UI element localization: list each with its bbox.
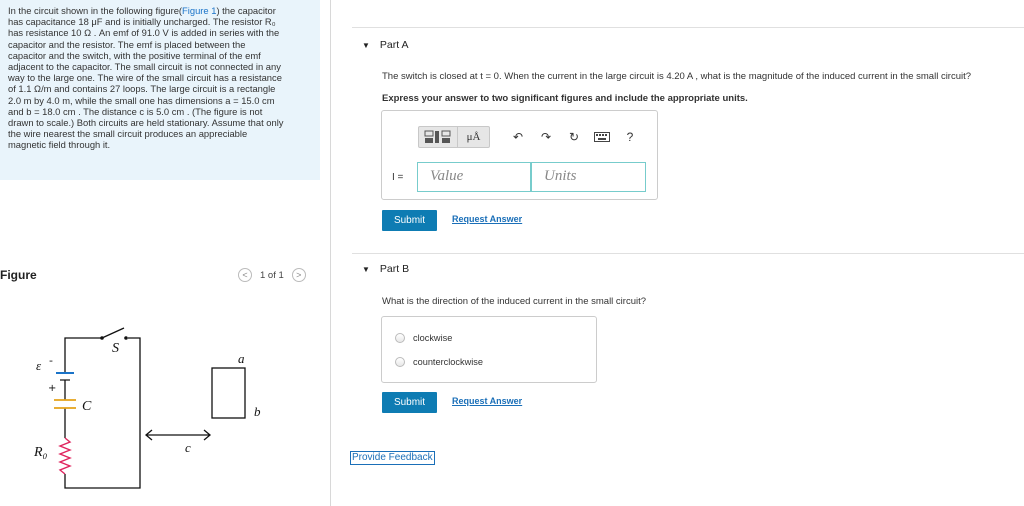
choice-clockwise[interactable]: clockwise bbox=[395, 333, 452, 343]
redo-icon[interactable]: ↷ bbox=[536, 126, 556, 148]
templates-button[interactable] bbox=[418, 126, 458, 148]
part-a-answer-box: μÅ ↶ ↷ ↻ ? I = Value Units bbox=[381, 110, 658, 200]
next-figure-button[interactable]: > bbox=[291, 268, 306, 282]
figure-pager: < 1 of 1 > bbox=[238, 268, 306, 282]
value-input[interactable]: Value bbox=[417, 162, 531, 192]
reset-icon[interactable]: ↻ bbox=[564, 126, 584, 148]
resistor-label: R₀ bbox=[33, 445, 48, 460]
dimension-c-label: c bbox=[185, 440, 191, 455]
radio-button[interactable] bbox=[395, 333, 405, 343]
part-b-submit-button[interactable]: Submit bbox=[382, 392, 437, 413]
problem-statement: In the circuit shown in the following fi… bbox=[0, 0, 320, 180]
part-b-choices: clockwise counterclockwise bbox=[381, 316, 597, 383]
provide-feedback-link[interactable]: Provide Feedback bbox=[350, 451, 435, 465]
panel-divider bbox=[330, 0, 331, 506]
help-icon[interactable]: ? bbox=[620, 126, 640, 148]
part-a-request-answer-link[interactable]: Request Answer bbox=[452, 214, 522, 224]
dimension-a-label: a bbox=[238, 351, 245, 366]
collapse-triangle-icon[interactable]: ▼ bbox=[362, 265, 370, 274]
part-b-header[interactable]: ▼ Part B bbox=[362, 263, 409, 275]
radio-button[interactable] bbox=[395, 357, 405, 367]
collapse-triangle-icon[interactable]: ▼ bbox=[362, 41, 370, 50]
part-a-instructions: Express your answer to two significant f… bbox=[382, 93, 748, 104]
minus-label: - bbox=[49, 354, 53, 367]
part-a-divider bbox=[352, 27, 1024, 28]
part-a-header[interactable]: ▼ Part A bbox=[362, 39, 409, 51]
current-label: I = bbox=[392, 172, 404, 183]
prev-figure-button[interactable]: < bbox=[238, 268, 252, 282]
figure-count: 1 of 1 bbox=[260, 269, 284, 281]
part-b-request-answer-link[interactable]: Request Answer bbox=[452, 396, 522, 406]
undo-icon[interactable]: ↶ bbox=[508, 126, 528, 148]
dimension-b-label: b bbox=[254, 404, 261, 419]
part-b-divider bbox=[352, 253, 1024, 254]
part-a-submit-button[interactable]: Submit bbox=[382, 210, 437, 231]
choice-counterclockwise[interactable]: counterclockwise bbox=[395, 357, 483, 367]
switch-label: S bbox=[112, 341, 119, 356]
keyboard-icon[interactable] bbox=[592, 126, 612, 148]
part-a-question: The switch is closed at t = 0. When the … bbox=[382, 71, 972, 82]
units-button[interactable]: μÅ bbox=[458, 126, 490, 148]
figure-link[interactable]: Figure 1 bbox=[182, 5, 216, 16]
plus-label: + bbox=[48, 383, 56, 394]
circuit-diagram: S ε a b c C R₀ - + bbox=[33, 327, 261, 489]
templates-icon bbox=[424, 130, 451, 143]
part-b-question: What is the direction of the induced cur… bbox=[382, 296, 647, 307]
units-input[interactable]: Units bbox=[531, 162, 646, 192]
emf-label: ε bbox=[36, 358, 42, 373]
math-toolbar: μÅ ↶ ↷ ↻ ? bbox=[418, 126, 640, 148]
figure-title: Figure bbox=[0, 268, 37, 282]
capacitor-label: C bbox=[82, 399, 92, 414]
